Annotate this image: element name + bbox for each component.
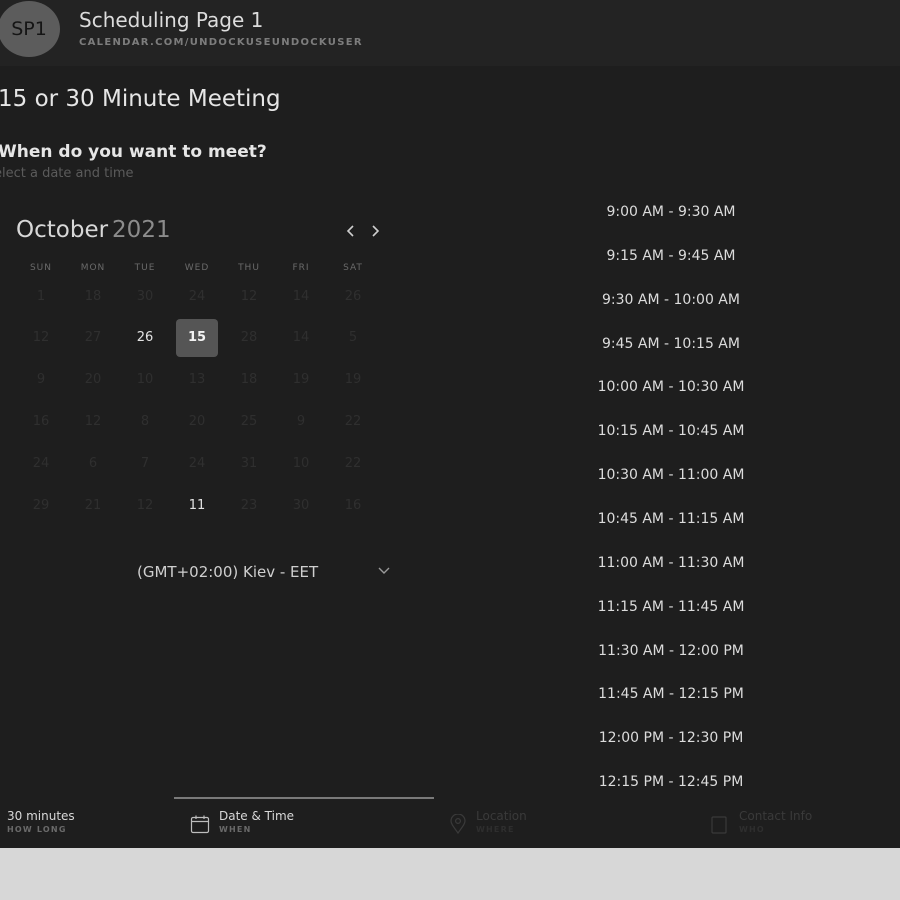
chevron-right-icon <box>372 225 380 237</box>
calendar-day: 22 <box>344 414 362 429</box>
prev-month-button[interactable] <box>341 219 361 243</box>
calendar-day: 14 <box>292 289 310 304</box>
calendar-day: 5 <box>348 330 358 345</box>
timezone-select[interactable]: (GMT+02:00) Kiev - EET <box>137 563 318 581</box>
step-duration-label: 30 minutes <box>7 809 75 823</box>
page-url[interactable]: CALENDAR.COM/UNDOCKUSEUNDOCKUSER <box>79 37 363 48</box>
calendar-month-year: October 2021 <box>16 217 171 243</box>
calendar-day[interactable]: 26 <box>124 319 166 357</box>
calendar-day: 10 <box>292 456 310 471</box>
step-location-label: Location <box>476 809 527 823</box>
step-duration-sub: HOW LONG <box>7 825 67 834</box>
calendar-day: 21 <box>84 498 102 513</box>
time-slot[interactable]: 11:15 AM - 11:45 AM <box>581 593 761 621</box>
header: SP1 Scheduling Page 1 CALENDAR.COM/UNDOC… <box>0 0 900 66</box>
calendar-day: 12 <box>136 498 154 513</box>
calendar-day: 20 <box>84 372 102 387</box>
calendar-day: 1 <box>36 289 46 304</box>
next-month-button[interactable] <box>365 219 385 243</box>
contact-card-icon <box>711 816 727 834</box>
time-slot[interactable]: 10:15 AM - 10:45 AM <box>581 417 761 445</box>
calendar-day[interactable]: 11 <box>176 487 218 525</box>
location-pin-icon <box>450 814 466 834</box>
calendar-day: 19 <box>344 372 362 387</box>
calendar-day: 28 <box>240 330 258 345</box>
calendar-day: 16 <box>344 498 362 513</box>
time-slot[interactable]: 12:00 PM - 12:30 PM <box>581 724 761 752</box>
calendar-day: 24 <box>188 456 206 471</box>
calendar-day: 24 <box>32 456 50 471</box>
calendar-day: 12 <box>240 289 258 304</box>
calendar-icon <box>190 815 210 834</box>
calendar-month: October <box>16 217 109 243</box>
calendar-day: 12 <box>84 414 102 429</box>
question-heading: When do you want to meet? <box>0 142 267 162</box>
step-duration[interactable]: 30 minutes HOW LONG <box>7 809 75 834</box>
time-slot[interactable]: 10:45 AM - 11:15 AM <box>581 505 761 533</box>
calendar-day: 10 <box>136 372 154 387</box>
time-slot[interactable]: 11:45 AM - 12:15 PM <box>581 680 761 708</box>
calendar-day: 30 <box>136 289 154 304</box>
calendar-day: 19 <box>292 372 310 387</box>
time-slot[interactable]: 11:30 AM - 12:00 PM <box>581 637 761 665</box>
time-slot[interactable]: 9:15 AM - 9:45 AM <box>581 242 761 270</box>
avatar: SP1 <box>0 1 60 57</box>
time-slot[interactable]: 11:00 AM - 11:30 AM <box>581 549 761 577</box>
time-slot[interactable]: 9:30 AM - 10:00 AM <box>581 286 761 314</box>
step-date-time[interactable]: Date & Time WHEN <box>219 809 294 834</box>
meeting-title: 15 or 30 Minute Meeting <box>0 86 281 112</box>
calendar-day: 29 <box>32 498 50 513</box>
weekday-label: SAT <box>343 263 363 273</box>
calendar-day: 30 <box>292 498 310 513</box>
calendar-day: 26 <box>344 289 362 304</box>
calendar-day: 31 <box>240 456 258 471</box>
page-title: Scheduling Page 1 <box>79 8 264 32</box>
step-location[interactable]: Location WHERE <box>476 809 527 834</box>
calendar-day: 20 <box>188 414 206 429</box>
step-date-time-label: Date & Time <box>219 809 295 823</box>
calendar-day: 9 <box>36 372 46 387</box>
calendar-day: 23 <box>240 498 258 513</box>
weekday-label: TUE <box>134 263 156 273</box>
calendar-day: 14 <box>292 330 310 345</box>
time-slot[interactable]: 10:30 AM - 11:00 AM <box>581 461 761 489</box>
calendar-day: 24 <box>188 289 206 304</box>
time-slot[interactable]: 12:15 PM - 12:45 PM <box>581 768 761 796</box>
chevron-left-icon <box>346 225 354 237</box>
calendar-day: 18 <box>240 372 258 387</box>
calendar-day: 27 <box>84 330 102 345</box>
step-location-sub: WHERE <box>476 825 515 834</box>
calendar-day: 13 <box>188 372 206 387</box>
weekday-label: THU <box>238 263 260 273</box>
weekday-label: FRI <box>292 263 310 273</box>
calendar-year: 2021 <box>112 217 171 243</box>
step-contact-label: Contact Info <box>739 809 813 823</box>
time-slot[interactable]: 9:45 AM - 10:15 AM <box>581 330 761 358</box>
weekday-label: SUN <box>29 263 53 273</box>
calendar-day: 22 <box>344 456 362 471</box>
time-slot[interactable]: 10:00 AM - 10:30 AM <box>581 373 761 401</box>
calendar-day: 8 <box>140 414 150 429</box>
calendar-day: 6 <box>88 456 98 471</box>
weekday-label: MON <box>80 263 106 273</box>
question-subtitle: elect a date and time <box>0 166 134 181</box>
calendar-day: 18 <box>84 289 102 304</box>
step-contact[interactable]: Contact Info WHO <box>739 809 812 834</box>
step-date-time-sub: WHEN <box>219 825 252 834</box>
calendar-day: 12 <box>32 330 50 345</box>
calendar-day: 9 <box>296 414 306 429</box>
step-contact-sub: WHO <box>739 825 765 834</box>
chevron-down-icon[interactable] <box>376 562 392 578</box>
weekday-label: WED <box>184 263 210 273</box>
selected-day[interactable]: 15 <box>176 319 218 357</box>
active-step-indicator <box>174 797 434 799</box>
time-slot[interactable]: 9:00 AM - 9:30 AM <box>581 198 761 226</box>
calendar-day: 25 <box>240 414 258 429</box>
calendar-day: 16 <box>32 414 50 429</box>
calendar-day: 7 <box>140 456 150 471</box>
scheduling-app: SP1 Scheduling Page 1 CALENDAR.COM/UNDOC… <box>0 0 900 848</box>
